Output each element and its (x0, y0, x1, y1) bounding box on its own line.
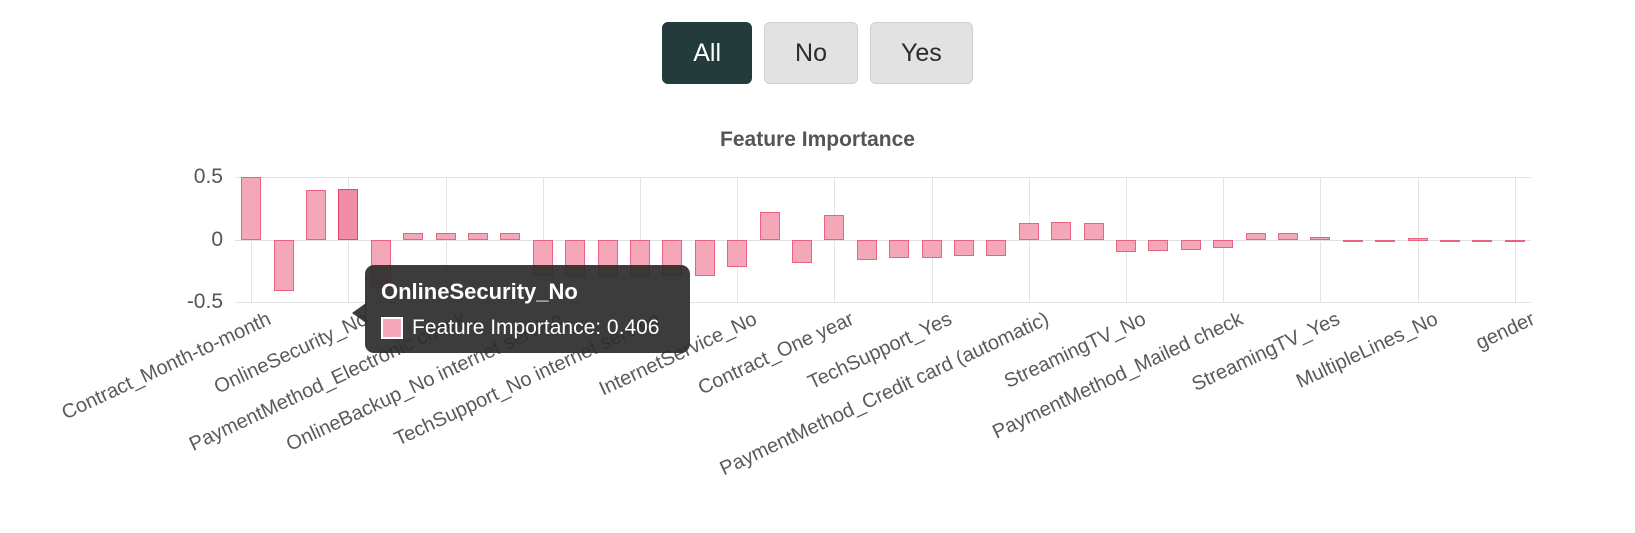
bar[interactable] (1051, 222, 1072, 240)
bar[interactable] (273, 239, 294, 291)
tooltip-color-swatch (381, 316, 403, 339)
bar[interactable] (467, 233, 489, 240)
bar[interactable] (1083, 223, 1104, 240)
tooltip-value: Feature Importance: 0.406 (412, 316, 660, 339)
gridline-horizontal (235, 177, 1531, 178)
bar[interactable] (921, 239, 942, 259)
bar[interactable] (435, 233, 456, 240)
bar[interactable] (1310, 237, 1331, 240)
bar[interactable] (889, 239, 910, 259)
bar[interactable] (241, 177, 262, 240)
filter-button-yes[interactable]: Yes (869, 22, 973, 84)
y-axis-tick-label: -0.5 (186, 290, 223, 313)
bar[interactable] (986, 239, 1007, 256)
bar[interactable] (338, 188, 359, 240)
bar[interactable] (305, 189, 327, 240)
bar[interactable] (791, 239, 813, 264)
chart-tooltip: OnlineSecurity_No Feature Importance: 0.… (352, 265, 690, 353)
bar[interactable] (1375, 239, 1396, 242)
bar[interactable] (1148, 239, 1169, 251)
bar[interactable] (1439, 239, 1461, 242)
x-axis-tick-label: gender (1472, 308, 1539, 355)
churn-filter-group[interactable]: All No Yes (0, 22, 1635, 84)
feature-importance-chart: Feature Importance 0.5 0 -0.5 Contract_Mon… (0, 120, 1635, 533)
bar[interactable] (1245, 233, 1266, 240)
bar[interactable] (1407, 238, 1428, 241)
bar[interactable] (953, 239, 975, 256)
tooltip-title: OnlineSecurity_No (381, 279, 578, 304)
x-axis-tick-label: PaymentMethod_Credit card (automatic) (716, 308, 1053, 481)
bar[interactable] (856, 239, 877, 260)
bar[interactable] (403, 233, 424, 240)
bar[interactable] (1277, 233, 1299, 240)
bar[interactable] (694, 239, 715, 276)
y-axis-ticks: 0.5 0 -0.5 (155, 165, 223, 313)
filter-button-all[interactable]: All (662, 22, 753, 84)
bar[interactable] (1342, 239, 1363, 242)
gridline-vertical (1028, 177, 1030, 302)
bar[interactable] (1115, 239, 1137, 252)
gridline-horizontal (235, 239, 1531, 241)
bar[interactable] (727, 239, 748, 267)
filter-button-no[interactable]: No (764, 22, 858, 84)
bar[interactable] (500, 233, 521, 240)
y-axis-tick-label: 0 (211, 227, 223, 251)
bar[interactable] (759, 212, 780, 240)
bar[interactable] (1472, 239, 1493, 242)
bar[interactable] (824, 214, 845, 240)
bar[interactable] (1504, 239, 1525, 242)
bar[interactable] (1180, 239, 1201, 250)
gridline-vertical (1320, 177, 1322, 302)
gridline-vertical (834, 177, 836, 302)
tooltip-series-row: Feature Importance: 0.406 (381, 316, 674, 339)
chart-title: Feature Importance (720, 128, 915, 151)
bar[interactable] (1018, 223, 1039, 240)
bar[interactable] (1213, 239, 1234, 249)
y-axis-tick-label: 0.5 (193, 165, 223, 188)
